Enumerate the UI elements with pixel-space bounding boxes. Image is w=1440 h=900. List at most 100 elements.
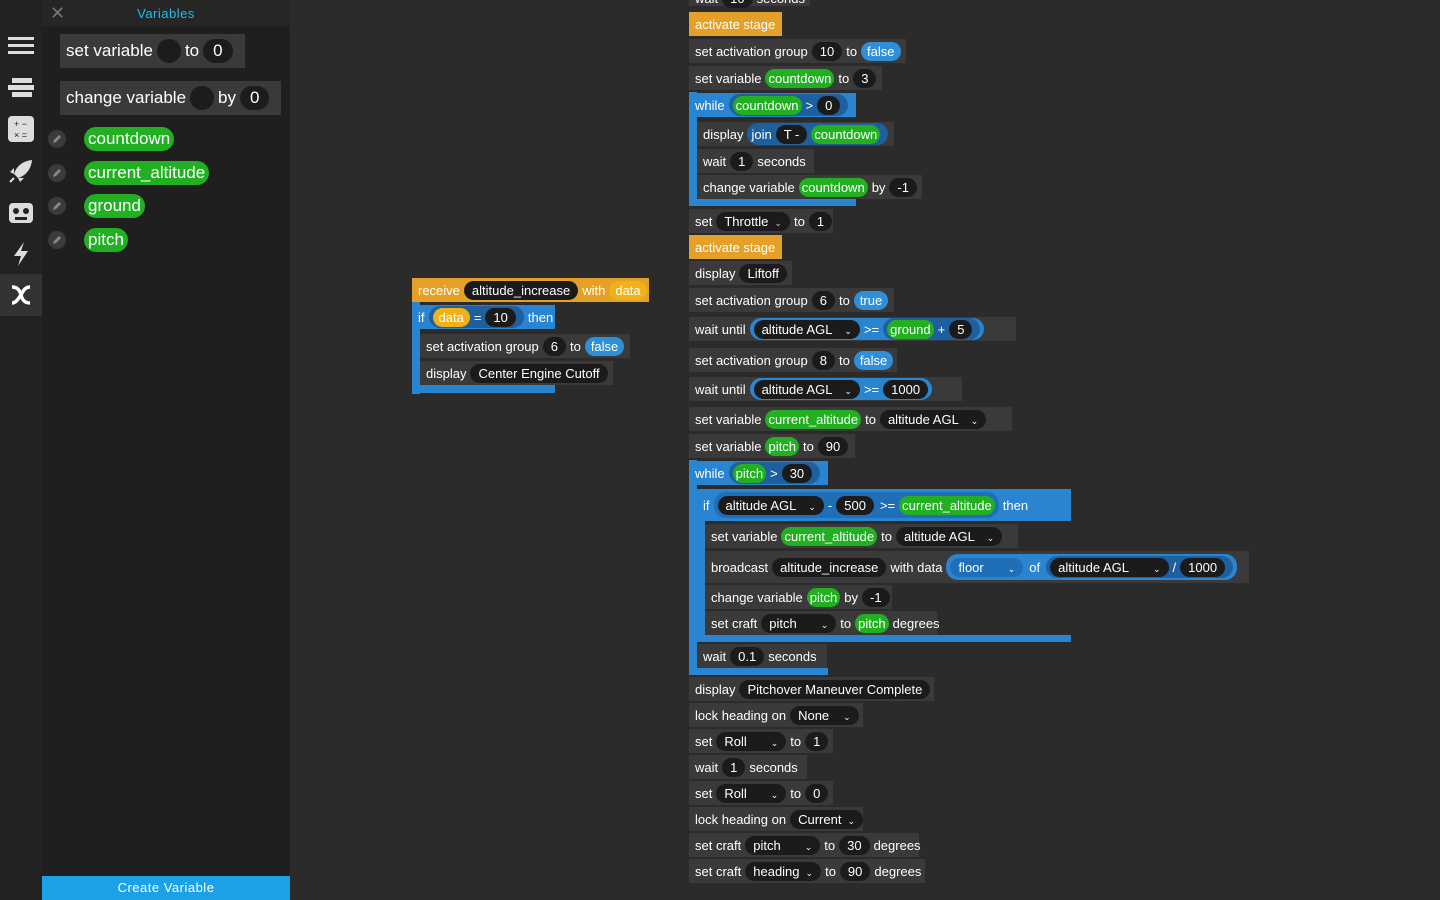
boolean-input[interactable]: false	[853, 350, 894, 370]
variable-countdown[interactable]: countdown	[811, 124, 881, 144]
value-input[interactable]: 90	[817, 436, 849, 456]
set-input-block[interactable]: set Roll ⌄ to 1	[689, 729, 833, 753]
while-block[interactable]: while countdown >0	[689, 93, 856, 117]
activate-stage-block[interactable]: activate stage	[689, 235, 782, 259]
value-input[interactable]: 8	[811, 350, 835, 370]
set-variable-block[interactable]: set variable to 0	[60, 34, 245, 68]
throttle-dropdown[interactable]: Throttle ⌄	[716, 211, 790, 231]
value-input[interactable]: 6	[811, 290, 835, 310]
set-variable-block[interactable]: set variable pitch to 90	[689, 434, 855, 458]
variable-pitch[interactable]: pitch	[855, 613, 889, 633]
edit-pencil-icon[interactable]	[48, 197, 66, 215]
floor-dropdown[interactable]: floor ⌄	[950, 557, 1024, 577]
craft-property-dropdown[interactable]: pitch ⌄	[761, 613, 837, 633]
set-input-block[interactable]: set Throttle ⌄ to 1	[689, 209, 833, 233]
change-variable-block[interactable]: change variable pitch by -1	[705, 585, 892, 609]
variable-pitch[interactable]: pitch	[806, 587, 841, 607]
altitude-reporter[interactable]: altitude AGL ⌄	[753, 319, 860, 339]
receive-event-block[interactable]: receive altitude_increase with data	[412, 278, 649, 302]
set-variable-block[interactable]: set variable current_altitude to altitud…	[689, 407, 1012, 431]
value-input[interactable]: 1000	[1180, 557, 1226, 577]
variable-pitch[interactable]: pitch	[765, 436, 799, 456]
set-input-block[interactable]: set Roll ⌄ to 0	[689, 781, 833, 805]
wait-block[interactable]: wait 1 seconds	[689, 755, 807, 779]
value-input[interactable]: -1	[889, 177, 917, 197]
set-activation-group-block[interactable]: set activation group 10 to false	[689, 39, 906, 63]
variable-slot[interactable]	[156, 39, 181, 63]
if-block[interactable]: if altitude AGL ⌄ - 500 >= current_altitu…	[697, 489, 1071, 521]
create-variable-button[interactable]: Create Variable	[42, 876, 290, 900]
value-input[interactable]: 1	[805, 731, 829, 751]
altitude-reporter[interactable]: altitude AGL ⌄	[879, 409, 987, 429]
set-activation-group-block[interactable]: set activation group 6 to false	[420, 334, 630, 358]
wait-block[interactable]: wait 0.1 seconds	[697, 644, 827, 668]
value-input[interactable]: 0.1	[730, 646, 765, 666]
set-craft-block[interactable]: set craft heading ⌄ to 90 degrees	[689, 859, 925, 883]
value-input[interactable]: 0	[817, 95, 841, 115]
value-input[interactable]: 90	[839, 861, 871, 881]
value-input[interactable]: 30	[839, 835, 870, 855]
variable-current-altitude[interactable]: current_altitude	[781, 526, 878, 546]
boolean-input[interactable]: false	[584, 336, 625, 356]
set-craft-block[interactable]: set craft pitch ⌄ to pitch degrees	[705, 611, 940, 635]
value-input[interactable]: 1	[722, 757, 746, 777]
display-block[interactable]: display Center Engine Cutoff	[420, 361, 613, 385]
lock-heading-block[interactable]: lock heading on None ⌄	[689, 703, 863, 727]
altitude-reporter[interactable]: altitude AGL ⌄	[895, 526, 1003, 546]
lock-heading-block[interactable]: lock heading on Current ⌄	[689, 807, 863, 831]
value-input[interactable]: 5	[949, 319, 973, 339]
value-input[interactable]: 10	[485, 307, 516, 327]
edit-pencil-icon[interactable]	[48, 164, 66, 182]
activate-stage-block[interactable]: activate stage	[689, 12, 782, 36]
text-input[interactable]: Center Engine Cutoff	[470, 363, 608, 383]
variable-countdown[interactable]: countdown	[732, 95, 802, 115]
variable-countdown[interactable]: countdown	[765, 68, 835, 88]
variable-countdown[interactable]: countdown	[798, 177, 868, 197]
variable-current-altitude[interactable]: current_altitude	[765, 409, 862, 429]
craft-property-dropdown[interactable]: heading ⌄	[745, 861, 822, 881]
variable-current-altitude[interactable]: current_altitude	[84, 161, 210, 185]
variable-pitch[interactable]: pitch	[732, 463, 767, 483]
variable-current-altitude[interactable]: current_altitude	[899, 495, 995, 515]
roll-dropdown[interactable]: Roll ⌄	[716, 783, 787, 803]
value-input[interactable]: 30	[781, 463, 813, 483]
wait-block[interactable]: wait 10 seconds	[689, 0, 810, 8]
wait-until-block[interactable]: wait until altitude AGL ⌄ >= 1000	[689, 377, 962, 401]
display-block[interactable]: display join T - countdown	[697, 122, 894, 146]
value-slot[interactable]: 0	[203, 39, 233, 63]
value-slot[interactable]: 0	[240, 86, 270, 110]
boolean-input[interactable]: true	[853, 290, 889, 310]
set-variable-block[interactable]: set variable current_altitude to altitud…	[705, 524, 1018, 548]
math-icon[interactable]: + − × =	[0, 108, 42, 150]
value-input[interactable]: 0	[805, 783, 829, 803]
display-block[interactable]: display Liftoff	[689, 261, 792, 285]
variable-ground[interactable]: ground	[84, 194, 145, 218]
rocket-icon[interactable]	[0, 150, 42, 192]
display-block[interactable]: display Pitchover Maneuver Complete	[689, 677, 934, 701]
edit-pencil-icon[interactable]	[48, 231, 66, 249]
variable-ground[interactable]: ground	[887, 319, 934, 339]
text-input[interactable]: Pitchover Maneuver Complete	[739, 679, 931, 699]
set-craft-block[interactable]: set craft pitch ⌄ to 30 degrees	[689, 833, 921, 857]
variable-slot[interactable]	[190, 86, 215, 110]
value-input[interactable]: -1	[862, 587, 890, 607]
heading-mode-dropdown[interactable]: Current ⌄	[790, 809, 863, 829]
value-input[interactable]: 1	[808, 211, 833, 231]
change-variable-block[interactable]: change variable countdown by -1	[697, 175, 922, 199]
boolean-input[interactable]: false	[861, 41, 901, 61]
message-input[interactable]: altitude_increase	[463, 280, 579, 300]
value-input[interactable]: 1000	[883, 379, 929, 399]
data-variable[interactable]: data	[609, 280, 647, 300]
altitude-reporter[interactable]: altitude AGL ⌄	[1050, 557, 1169, 577]
set-activation-group-block[interactable]: set activation group 8 to false	[689, 348, 897, 372]
lightning-icon[interactable]	[0, 233, 42, 275]
set-variable-block[interactable]: set variable countdown to 3	[689, 66, 882, 90]
value-input[interactable]: 500	[836, 495, 874, 515]
altitude-reporter[interactable]: altitude AGL ⌄	[753, 379, 860, 399]
variable-countdown[interactable]: countdown	[84, 127, 175, 151]
menu-icon[interactable]	[0, 25, 42, 67]
data-variable[interactable]: data	[432, 307, 470, 327]
value-input[interactable]: 3	[853, 68, 877, 88]
wait-until-block[interactable]: wait until altitude AGL ⌄ >= ground +5	[689, 317, 1016, 341]
robot-icon[interactable]	[0, 192, 42, 234]
